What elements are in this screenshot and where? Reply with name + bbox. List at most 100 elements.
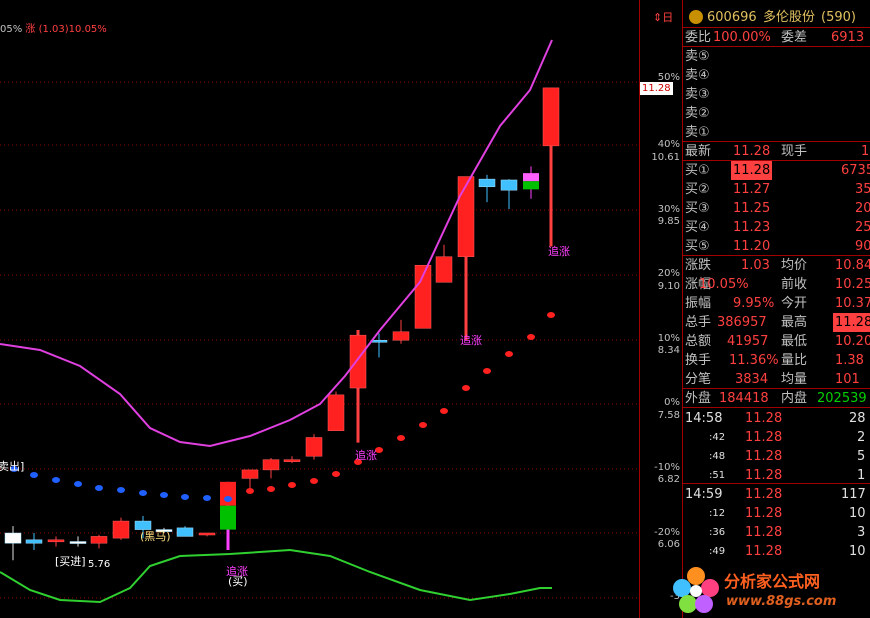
candle-body [112, 520, 130, 539]
axis-pct-0: 0% [664, 397, 680, 408]
stat-row: 分笔 3834 均量 101 [685, 372, 860, 387]
axis-price-682: 6.82 [657, 474, 680, 485]
sar-dot [547, 312, 555, 318]
stat-row: 总手 386957 最高 11.28 [683, 313, 870, 332]
chart-label: 5.76 [88, 559, 111, 570]
candle-body [523, 173, 539, 182]
candle-body [349, 334, 367, 389]
buy-row-4[interactable]: 买④ 11.23 25 [683, 218, 870, 237]
waipan-row: 外盘 184418 内盘 202539 [685, 391, 867, 406]
sell-row-4[interactable]: 卖④ [683, 66, 870, 85]
sell-row-5[interactable]: 卖⑤ [683, 47, 870, 66]
candle-body [176, 527, 194, 537]
flower-logo-icon [673, 567, 719, 613]
sar-dot [160, 492, 168, 498]
buy-row-1[interactable]: 买① 11.28 6735 [683, 161, 870, 180]
candle-body [198, 532, 216, 536]
sar-dot [483, 368, 491, 374]
sar-dot [246, 488, 254, 494]
tick-row: :12 11.28 10 [709, 506, 866, 521]
sar-dot [181, 494, 189, 500]
kline-chart[interactable]: 05% 涨 (1.03)10.05% 卖出] [买进] 5.76 (黑马) 追涨 (买) 追… [0, 0, 640, 618]
sar-dot [30, 472, 38, 478]
candle-body [283, 459, 301, 462]
candle-body [4, 532, 22, 544]
buy-row-2[interactable]: 买② 11.27 35 [683, 180, 870, 199]
sar-dot [95, 485, 103, 491]
weibi-value: 100.00% [713, 30, 771, 45]
sort-icon[interactable]: ⇕日 [653, 8, 673, 27]
axis-pct-m20: -20% [654, 527, 680, 538]
weicha-value: 6913 [831, 30, 865, 45]
sar-dot [74, 481, 82, 487]
candle-body [478, 178, 496, 188]
candle-body [241, 469, 259, 479]
watermark: 分析家公式网 www.88gs.com [668, 560, 870, 618]
tick-row: :49 11.28 10 [709, 544, 866, 559]
xianshou-value: 1 [861, 144, 870, 159]
sar-dot [332, 471, 340, 477]
axis-price-606: 6.06 [657, 539, 680, 550]
stat-row: 换手 11.36% 量比 1.38 [685, 353, 864, 368]
stock-header[interactable]: ⇕日 600696 多伦股份 (590) [653, 8, 870, 28]
stat-row: 振幅 9.95% 今开 10.37 [685, 296, 870, 311]
watermark-url: www.88gs.com [726, 594, 837, 609]
sar-dot [224, 496, 232, 502]
logo-icon [689, 10, 703, 24]
candle-body [220, 481, 236, 506]
waipan-value: 184418 [719, 391, 769, 406]
chart-label: [买进] [55, 555, 86, 568]
buy-row-3[interactable]: 买③ 11.25 20 [683, 199, 870, 218]
weibi-row: 委比 100.00% 委差 6913 [685, 30, 865, 45]
tick-row: 14:58 11.28 28 [685, 411, 866, 426]
chart-label: (买) [228, 575, 248, 588]
chart-label: (黑马) [140, 530, 171, 543]
sell-row-2[interactable]: 卖② [683, 104, 870, 123]
sar-dot [52, 477, 60, 483]
quote-panel: ⇕日 600696 多伦股份 (590) 委比 100.00% 委差 6913 … [653, 0, 870, 618]
sar-dot [139, 490, 147, 496]
candle-body [262, 459, 280, 471]
buy-row-5[interactable]: 买⑤ 11.20 90 [683, 237, 870, 256]
tick-row: :36 11.28 3 [709, 525, 866, 540]
candle-body [392, 331, 410, 341]
chart-label: 追涨 [548, 245, 570, 258]
tick-row: :42 11.28 2 [709, 430, 866, 445]
axis-price-985: 9.85 [657, 216, 680, 227]
sar-dot [310, 478, 318, 484]
candle-body [523, 181, 539, 190]
stock-name: 多伦股份 [763, 10, 816, 25]
candle-body [25, 539, 43, 544]
sar-dot [527, 334, 535, 340]
chart-label: 卖出] [0, 460, 25, 473]
stat-row: 涨跌 1.03 均价 10.84 [685, 258, 870, 273]
kline-svg[interactable] [0, 0, 640, 618]
candle-body [327, 394, 345, 431]
sar-dot [288, 482, 296, 488]
indicator-value: 涨 (1.03)10.05% [25, 24, 107, 35]
tick-row: :48 11.28 5 [709, 449, 866, 464]
candle-body [90, 536, 108, 544]
tick-row: 14:59 11.28 117 [685, 487, 866, 502]
axis-price-1061: 10.61 [651, 152, 680, 163]
buy1-price: 11.28 [731, 161, 773, 180]
watermark-text: 分析家公式网 [724, 572, 821, 591]
axis-pct-20: 20% [657, 268, 680, 279]
axis-pct-m10: -10% [654, 462, 680, 473]
candle-body [47, 539, 65, 543]
sell-row-1[interactable]: 卖① [683, 123, 870, 142]
sell-row-3[interactable]: 卖③ [683, 85, 870, 104]
current-price-tag: 11.28 [640, 82, 673, 95]
sar-dot [462, 385, 470, 391]
stat-row: 总额 41957 最低 10.20 [685, 334, 870, 349]
indicator-line: 05% 涨 (1.03)10.05% [0, 20, 107, 35]
axis-price-758: 7.58 [657, 410, 680, 421]
sar-dot [505, 351, 513, 357]
sar-dot [440, 408, 448, 414]
stock-code: 600696 [707, 10, 757, 25]
candle-body [435, 256, 453, 283]
candle-body [69, 541, 87, 544]
sar-dot [117, 487, 125, 493]
neipan-value: 202539 [817, 391, 867, 406]
axis-pct-40: 40% [657, 139, 680, 150]
